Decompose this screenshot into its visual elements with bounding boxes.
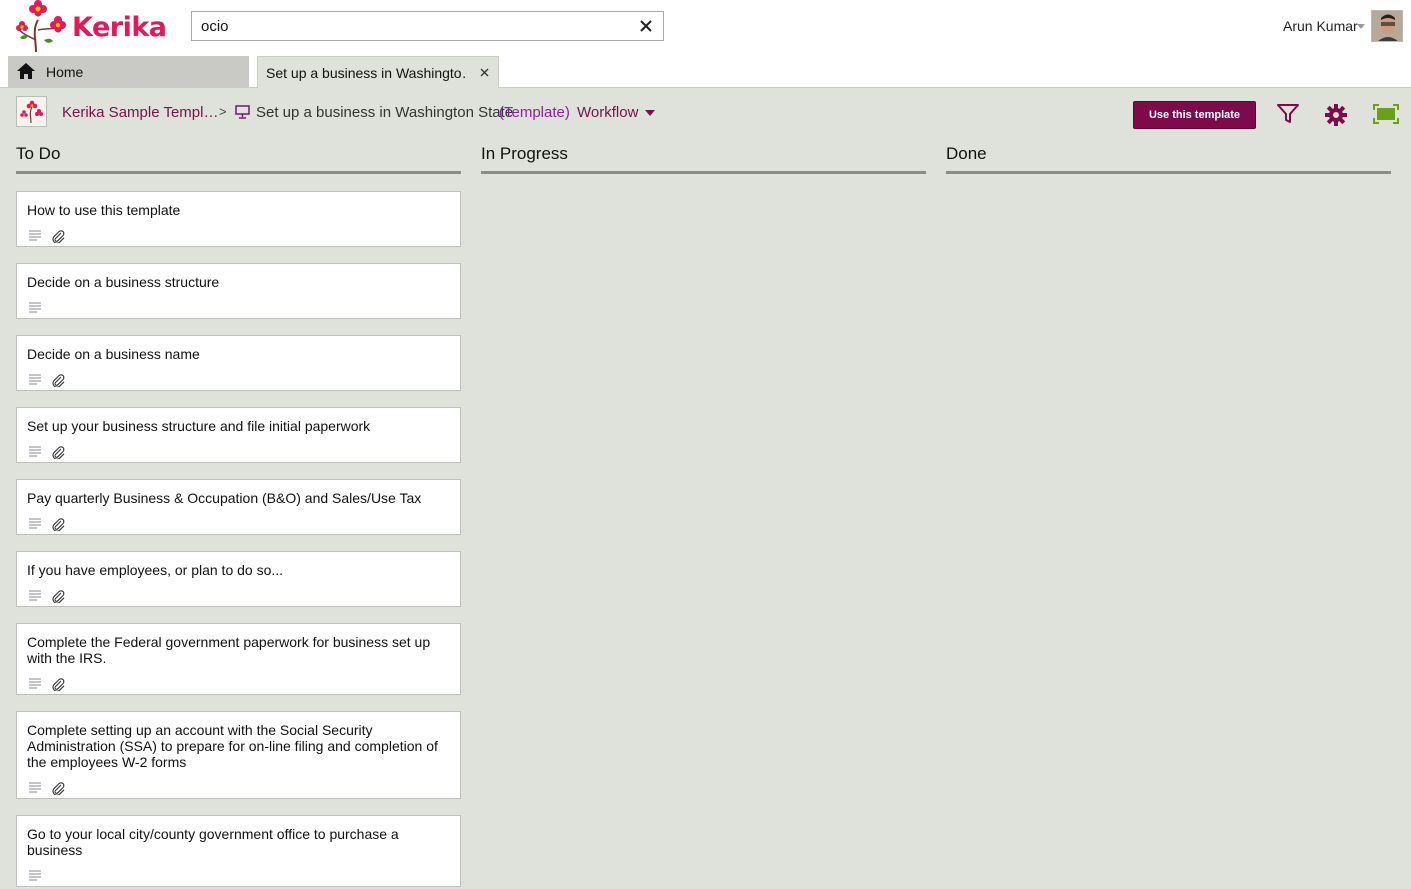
description-icon xyxy=(29,446,41,457)
card-title: Decide on a business structure xyxy=(27,274,220,290)
clear-search-icon[interactable] xyxy=(637,17,655,35)
card-title: If you have employees, or plan to do so.… xyxy=(27,562,284,578)
avatar[interactable] xyxy=(1371,10,1403,42)
description-icon xyxy=(29,678,41,689)
view-selector[interactable]: Workflow xyxy=(577,104,638,121)
use-template-button[interactable]: Use this template xyxy=(1133,101,1256,129)
column-in-progress: In Progress xyxy=(481,138,926,174)
task-card[interactable]: Pay quarterly Business & Occupation (B&O… xyxy=(16,479,461,535)
attachment-icon xyxy=(52,678,65,691)
task-card[interactable]: If you have employees, or plan to do so.… xyxy=(16,551,461,607)
task-card[interactable]: Decide on a business name xyxy=(16,335,461,391)
card-title: Decide on a business name xyxy=(27,346,200,362)
card-list: How to use this template Decide on a bus… xyxy=(16,0,461,889)
card-title: How to use this template xyxy=(27,202,181,218)
attachment-icon xyxy=(52,590,65,603)
gear-icon[interactable] xyxy=(1325,104,1347,126)
description-icon xyxy=(29,302,41,313)
attachment-icon xyxy=(52,518,65,531)
card-title: Complete setting up an account with the … xyxy=(27,722,438,770)
card-title: Complete the Federal government paperwor… xyxy=(27,634,431,666)
description-icon xyxy=(29,870,41,881)
task-card[interactable]: Decide on a business structure xyxy=(16,263,461,319)
task-card[interactable]: How to use this template xyxy=(16,191,461,247)
description-icon xyxy=(29,374,41,385)
task-card[interactable]: Go to your local city/county government … xyxy=(16,815,461,887)
task-card[interactable]: Complete the Federal government paperwor… xyxy=(16,623,461,695)
task-card[interactable]: Complete setting up an account with the … xyxy=(16,711,461,799)
card-title: Pay quarterly Business & Occupation (B&O… xyxy=(27,490,422,506)
card-title: Go to your local city/county government … xyxy=(27,826,399,858)
description-icon xyxy=(29,230,41,241)
template-tag: (Template) xyxy=(499,104,570,121)
filter-icon[interactable] xyxy=(1277,104,1299,124)
user-name[interactable]: Arun Kumar xyxy=(1283,18,1358,34)
attachment-icon xyxy=(52,446,65,459)
column-title: Done xyxy=(946,138,1391,174)
close-icon[interactable] xyxy=(480,68,489,77)
column-done: Done xyxy=(946,138,1391,174)
column-title: In Progress xyxy=(481,138,926,174)
description-icon xyxy=(29,782,41,793)
task-card[interactable]: Set up your business structure and file … xyxy=(16,407,461,463)
description-icon xyxy=(29,518,41,529)
chevron-down-icon[interactable] xyxy=(1357,24,1365,29)
attachment-icon xyxy=(52,230,65,243)
attachment-icon xyxy=(52,782,65,795)
description-icon xyxy=(29,590,41,601)
attachment-icon xyxy=(52,374,65,387)
user-photo-icon xyxy=(1372,11,1402,41)
fullscreen-icon[interactable] xyxy=(1373,104,1399,124)
chevron-down-icon[interactable] xyxy=(645,110,655,116)
card-title: Set up your business structure and file … xyxy=(27,418,371,434)
